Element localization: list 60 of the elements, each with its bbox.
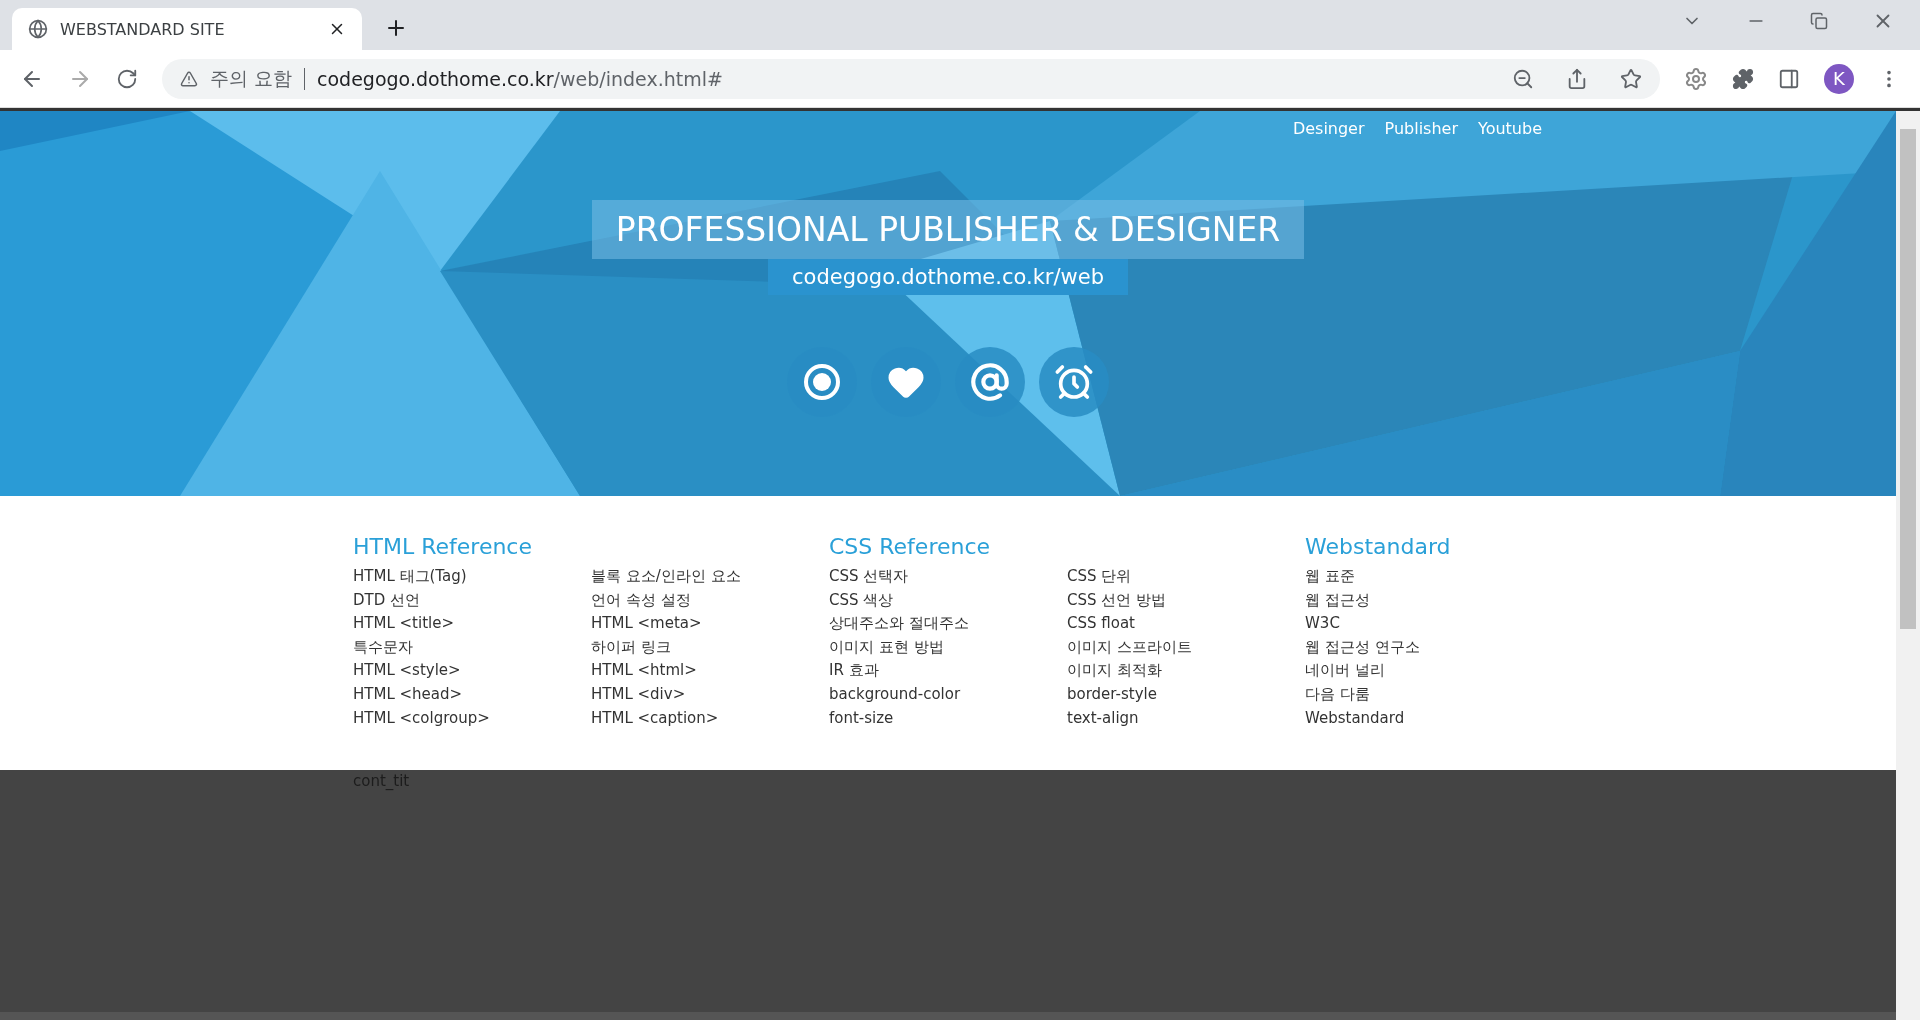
record-icon xyxy=(803,363,841,401)
reference-link[interactable]: HTML <head> xyxy=(353,682,591,707)
alarm-clock-icon xyxy=(1054,362,1094,402)
reference-link[interactable]: HTML <html> xyxy=(591,659,829,683)
reference-link[interactable]: HTML <style> xyxy=(353,659,591,683)
reference-link[interactable]: Webstandard xyxy=(1305,706,1543,731)
warning-icon xyxy=(180,69,198,88)
reference-link[interactable]: HTML <meta> xyxy=(591,612,829,636)
reference-link[interactable]: CSS 색상 xyxy=(829,588,1067,613)
reference-link[interactable]: font-size xyxy=(829,706,1067,731)
globe-icon xyxy=(28,19,48,39)
reference-link[interactable]: HTML <title> xyxy=(353,612,591,636)
reference-link[interactable]: HTML 태그(Tag) xyxy=(353,565,591,589)
tab-title: WEBSTANDARD SITE xyxy=(60,19,226,39)
reference-link[interactable]: IR 효과 xyxy=(829,659,1067,683)
reference-link[interactable]: 웹 접근성 xyxy=(1305,588,1543,613)
reference-link[interactable]: HTML <div> xyxy=(591,682,829,707)
star-icon[interactable] xyxy=(1620,67,1642,90)
reference-link[interactable]: CSS 선언 방법 xyxy=(1067,588,1305,613)
reference-link[interactable]: 다음 다룸 xyxy=(1305,682,1543,707)
reference-link[interactable]: DTD 선언 xyxy=(353,588,591,613)
reference-link[interactable]: HTML <caption> xyxy=(591,706,829,731)
profile-avatar[interactable]: K xyxy=(1824,63,1854,94)
reload-icon[interactable] xyxy=(116,67,138,90)
reference-link[interactable]: 하이퍼 링크 xyxy=(591,635,829,660)
puzzle-icon[interactable] xyxy=(1732,67,1754,90)
reference-link[interactable]: 웹 표준 xyxy=(1305,565,1543,589)
zoom-out-icon[interactable] xyxy=(1512,67,1534,90)
reference-link[interactable]: 상대주소와 절대주소 xyxy=(829,612,1067,636)
section-heading: HTML Reference xyxy=(353,534,533,559)
hero-title: PROFESSIONAL PUBLISHER & DESIGNER xyxy=(591,200,1305,259)
reference-link[interactable]: CSS float xyxy=(1067,612,1305,636)
reference-link[interactable]: 특수문자 xyxy=(353,635,591,660)
reference-link[interactable]: HTML <colgroup> xyxy=(353,706,591,731)
security-warning: 주의 요함 xyxy=(210,65,293,91)
reference-link[interactable]: CSS 단위 xyxy=(1067,565,1305,589)
at-sign-icon xyxy=(970,362,1010,402)
restore-icon[interactable] xyxy=(1810,12,1828,30)
reference-link[interactable]: W3C xyxy=(1305,612,1543,636)
reference-link[interactable]: 블록 요소/인라인 요소 xyxy=(591,565,829,589)
reference-link[interactable]: 이미지 표현 방법 xyxy=(829,635,1067,660)
reference-link[interactable]: 언어 속성 설정 xyxy=(591,588,829,613)
reference-link[interactable]: border-style xyxy=(1067,682,1305,707)
reference-link[interactable]: text-align xyxy=(1067,706,1305,731)
reference-link[interactable]: CSS 선택자 xyxy=(829,565,1067,589)
site-url: codegogo.dothome.co.kr/web xyxy=(768,259,1128,295)
share-icon[interactable] xyxy=(1566,67,1588,90)
section-heading: Webstandard xyxy=(1305,534,1452,559)
url-text: codegogo.dothome.co.kr/web/index.html# xyxy=(317,67,724,90)
browser-tab[interactable]: WEBSTANDARD SITE xyxy=(12,8,362,50)
reference-link[interactable]: 이미지 스프라이트 xyxy=(1067,635,1305,660)
section-heading: CSS Reference xyxy=(829,534,992,559)
reference-link[interactable]: 네이버 널리 xyxy=(1305,659,1543,683)
scrollbar[interactable] xyxy=(1896,111,1920,1020)
side-panel-icon[interactable] xyxy=(1778,67,1800,90)
reference-link[interactable]: 이미지 최적화 xyxy=(1067,659,1305,683)
address-bar[interactable]: 주의 요함 codegogo.dothome.co.kr/web/index.html# xyxy=(162,58,1660,99)
settings-icon[interactable] xyxy=(1684,66,1708,91)
reference-link[interactable]: 웹 접근성 연구소 xyxy=(1305,635,1543,660)
reference-link[interactable]: background-color xyxy=(829,682,1067,707)
